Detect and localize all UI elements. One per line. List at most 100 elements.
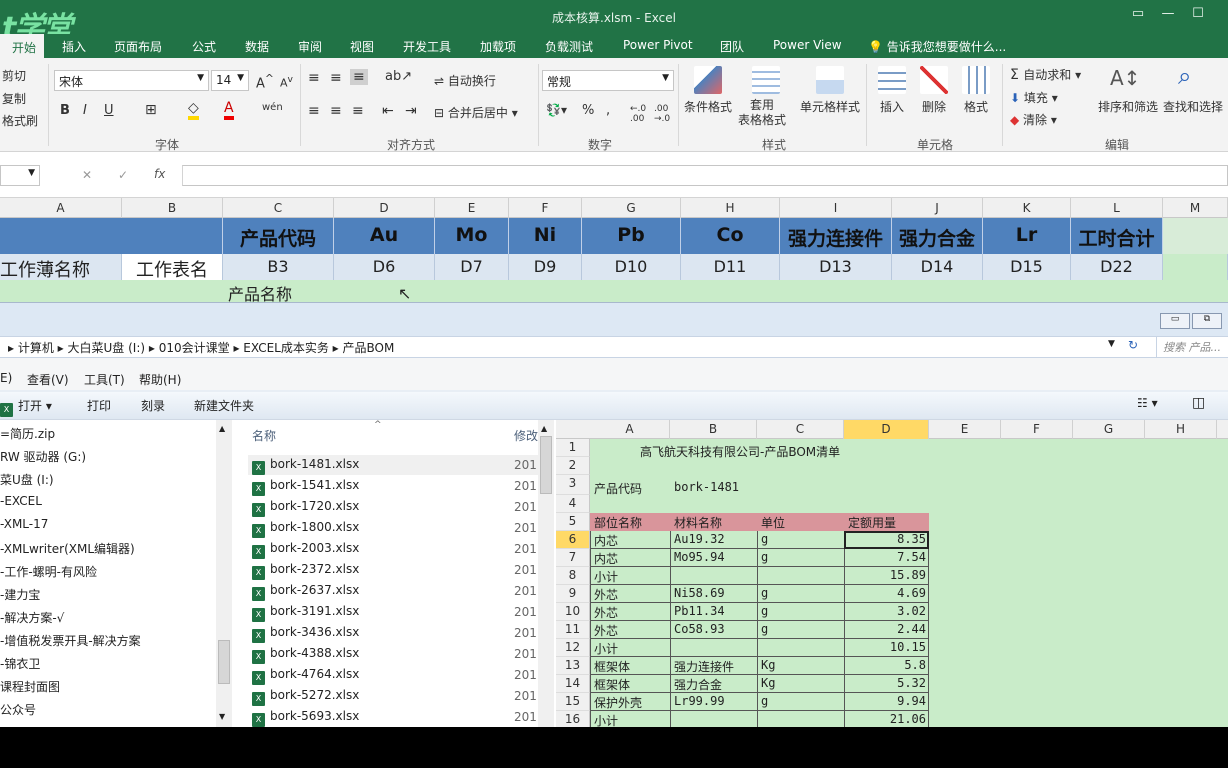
- header-quantity[interactable]: 定额用量: [846, 513, 896, 531]
- cell[interactable]: D13: [780, 254, 892, 280]
- print-button[interactable]: 打印: [87, 397, 111, 414]
- cell[interactable]: D22: [1071, 254, 1163, 280]
- column-header[interactable]: D: [334, 198, 435, 218]
- cell-quantity[interactable]: 3.02: [844, 603, 929, 621]
- column-header[interactable]: A: [590, 420, 670, 439]
- find-select-icon[interactable]: ⌕: [1178, 62, 1191, 90]
- wrap-text-button[interactable]: ⇌ 自动换行: [434, 72, 496, 89]
- header-part[interactable]: 部位名称: [592, 513, 642, 531]
- tab-power-pivot[interactable]: Power Pivot: [623, 38, 693, 52]
- orientation-icon[interactable]: ab↗: [385, 69, 412, 84]
- format-table-button[interactable]: 套用 表格格式: [738, 98, 786, 128]
- nav-scrollbar[interactable]: ▲ ▼: [216, 420, 232, 727]
- column-header[interactable]: M: [1163, 198, 1228, 218]
- column-header[interactable]: C: [757, 420, 844, 439]
- cell-material[interactable]: [672, 711, 758, 727]
- percent-icon[interactable]: %: [582, 103, 594, 118]
- nav-item[interactable]: 菜U盘 (I:): [0, 471, 54, 488]
- row-number[interactable]: 13: [556, 657, 590, 675]
- cell-quantity[interactable]: 5.32: [844, 675, 929, 693]
- scroll-up-icon[interactable]: ▲: [541, 424, 547, 433]
- header-cell[interactable]: 工时合计: [1071, 218, 1163, 254]
- row-number[interactable]: 16: [556, 711, 590, 727]
- file-item[interactable]: Xbork-2372.xlsx: [252, 562, 359, 580]
- cell-part-name[interactable]: 小计: [592, 639, 670, 657]
- nav-item[interactable]: -锦衣卫: [0, 655, 40, 672]
- chevron-down-icon[interactable]: ▼: [1108, 339, 1115, 349]
- font-color-icon[interactable]: A: [224, 100, 234, 120]
- cell-quantity[interactable]: 2.44: [844, 621, 929, 639]
- cell-quantity[interactable]: 9.94: [844, 693, 929, 711]
- fill-button[interactable]: ⬇ 填充 ▾: [1010, 89, 1058, 106]
- cell-unit[interactable]: g: [759, 621, 845, 639]
- cell-unit[interactable]: Kg: [759, 675, 845, 693]
- header-cell[interactable]: Lr: [983, 218, 1071, 254]
- tab-view[interactable]: 视图: [350, 38, 374, 55]
- format-button[interactable]: 格式: [964, 98, 988, 115]
- shrink-font-icon[interactable]: Av: [280, 74, 293, 90]
- cell-part-name[interactable]: 框架体: [592, 675, 670, 693]
- nav-item[interactable]: 公众号: [0, 701, 36, 718]
- row-number[interactable]: 3: [556, 475, 590, 495]
- copy-button[interactable]: 复制: [2, 90, 26, 107]
- fill-color-icon[interactable]: ◇: [188, 100, 199, 120]
- bold-button[interactable]: B: [60, 103, 70, 118]
- menu-view[interactable]: 查看(V): [27, 371, 69, 388]
- column-header[interactable]: I: [780, 198, 892, 218]
- preview-pane-icon[interactable]: ◫: [1192, 395, 1205, 411]
- nav-item[interactable]: -增值税发票开具-解决方案: [0, 632, 141, 649]
- cell[interactable]: D7: [435, 254, 509, 280]
- column-header[interactable]: A: [0, 198, 122, 218]
- number-format-select[interactable]: 常规 ▼: [542, 70, 674, 91]
- nav-item[interactable]: -XML-17: [0, 517, 48, 531]
- scroll-thumb[interactable]: [540, 436, 552, 494]
- row-number[interactable]: 1: [556, 439, 590, 457]
- row-number[interactable]: 10: [556, 603, 590, 621]
- cell[interactable]: D6: [334, 254, 435, 280]
- tab-insert[interactable]: 插入: [62, 38, 86, 55]
- cell[interactable]: 工作表名: [122, 254, 223, 281]
- scroll-down-icon[interactable]: ▼: [219, 712, 225, 721]
- code-value[interactable]: bork-1481: [672, 479, 739, 497]
- cell[interactable]: D10: [582, 254, 681, 280]
- file-item[interactable]: Xbork-4764.xlsx: [252, 667, 359, 685]
- header-unit[interactable]: 单位: [759, 513, 785, 531]
- row-number[interactable]: 2: [556, 457, 590, 475]
- breadcrumb-item[interactable]: 产品BOM: [343, 341, 395, 355]
- file-item[interactable]: Xbork-5693.xlsx: [252, 709, 359, 727]
- column-header[interactable]: D: [844, 420, 929, 439]
- clear-button[interactable]: ◆ 清除 ▾: [1010, 111, 1057, 128]
- cell-unit[interactable]: g: [759, 531, 845, 549]
- minimize-icon[interactable]: —: [1153, 6, 1183, 26]
- restore-icon[interactable]: ⧉: [1192, 313, 1222, 329]
- column-name-header[interactable]: 名称: [252, 427, 276, 444]
- cell-unit[interactable]: [759, 639, 845, 657]
- file-item[interactable]: Xbork-3436.xlsx: [252, 625, 359, 643]
- tell-me-search[interactable]: 💡 告诉我您想要做什么...: [868, 38, 1006, 55]
- column-header[interactable]: F: [1001, 420, 1073, 439]
- phonetic-icon[interactable]: wén: [262, 102, 283, 113]
- cell[interactable]: D11: [681, 254, 780, 280]
- row-number[interactable]: 11: [556, 621, 590, 639]
- cell[interactable]: 工作薄名称: [0, 254, 122, 281]
- cell[interactable]: D9: [509, 254, 582, 280]
- breadcrumb-item[interactable]: EXCEL成本实务: [243, 341, 329, 355]
- row-number[interactable]: 5: [556, 513, 590, 531]
- sort-filter-icon[interactable]: A↕: [1110, 66, 1140, 90]
- nav-item[interactable]: =简历.zip: [0, 425, 55, 442]
- font-name-select[interactable]: 宋体 ▼: [54, 70, 209, 91]
- cell-part-name[interactable]: 内芯: [592, 531, 670, 549]
- column-header[interactable]: H: [681, 198, 780, 218]
- cell[interactable]: D14: [892, 254, 983, 280]
- header-cell[interactable]: 产品代码: [223, 218, 334, 254]
- menu-edit[interactable]: E): [0, 371, 12, 385]
- address-bar[interactable]: ▸ 计算机 ▸ 大白菜U盘 (I:) ▸ 010会计课堂 ▸ EXCEL成本实务…: [0, 336, 1228, 358]
- borders-icon[interactable]: ⊞: [145, 102, 157, 118]
- nav-item[interactable]: 课程封面图: [0, 678, 60, 695]
- refresh-icon[interactable]: ↻: [1128, 338, 1138, 352]
- header-cell[interactable]: Au: [334, 218, 435, 254]
- cell[interactable]: D15: [983, 254, 1071, 280]
- column-header[interactable]: C: [223, 198, 334, 218]
- delete-cells-icon[interactable]: [920, 66, 948, 94]
- burn-button[interactable]: 刻录: [141, 397, 165, 414]
